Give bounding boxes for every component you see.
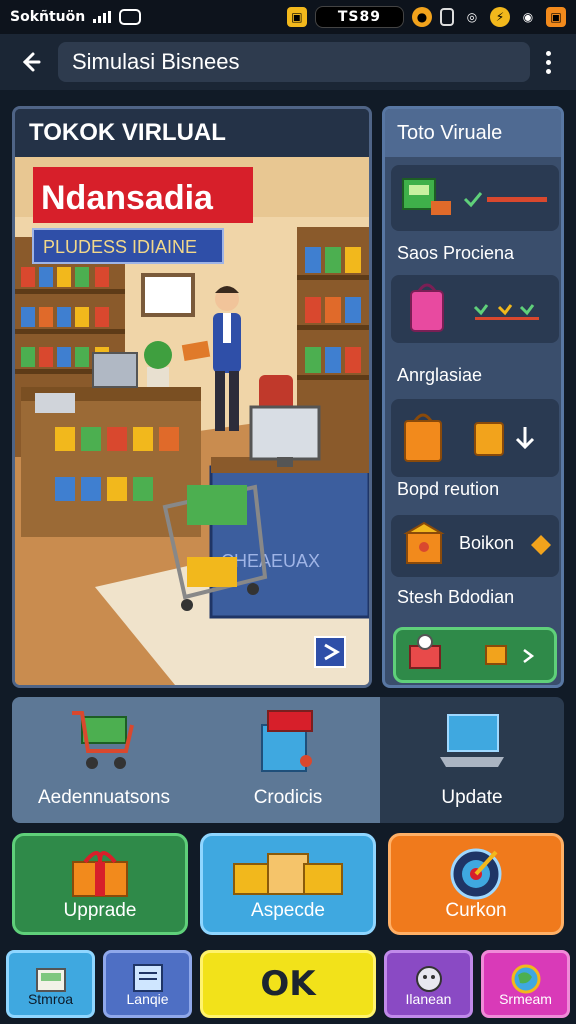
gift-box-icon xyxy=(72,851,128,897)
shopping-cart-icon xyxy=(72,711,134,769)
nav-mascot[interactable]: Ilanean xyxy=(384,950,474,1018)
store-icon xyxy=(35,968,66,992)
status-bar: Sokñtuön ▣ TS89 ● ◎ ⚡ ◉ ▣ xyxy=(0,0,576,34)
side-item-badge: Boikon xyxy=(459,533,515,553)
box-icon xyxy=(403,521,445,564)
nav-globe[interactable]: Srmeam xyxy=(481,950,571,1018)
tile-cart[interactable]: Aedennuatsons xyxy=(12,697,196,823)
target-icon: ◉ xyxy=(522,10,534,24)
register-icon xyxy=(402,178,547,215)
laptop-icon xyxy=(440,714,504,767)
tile-update[interactable]: Update xyxy=(380,697,564,823)
side-item-label: Stesh Bdodian xyxy=(397,587,515,607)
tile-label: Crodicis xyxy=(253,787,323,808)
ok-button[interactable]: OK xyxy=(200,950,376,1018)
tile-register[interactable]: Crodicis xyxy=(196,697,380,823)
banner-blue-text: PLUDESS IDIAINE xyxy=(43,237,197,257)
coin-icon: ● xyxy=(412,7,432,27)
bolt-icon: ⚡ xyxy=(490,7,510,27)
scene-title: TOKOK VIRLUAL xyxy=(15,109,369,157)
more-menu-button[interactable] xyxy=(530,50,566,74)
target-icon xyxy=(450,848,502,900)
pink-bag-icon xyxy=(410,283,539,332)
aspect-button[interactable]: Aspecde xyxy=(200,833,376,935)
banner-red-text: Ndansadia xyxy=(41,179,214,217)
bottom-nav: Stmroa Lanqie OK Ilanean Srmeam xyxy=(0,944,576,1024)
action-tiles: Aedennuatsons Crodicis Update xyxy=(12,697,564,823)
button-label: Upprade xyxy=(63,900,137,921)
side-item-bags[interactable] xyxy=(391,399,559,477)
nav-store[interactable]: Stmroa xyxy=(6,950,96,1018)
store-illustration[interactable]: Ndansadia PLUDESS IDIAINE CHEAEUAX xyxy=(15,157,369,685)
tile-label: Aedennuatsons xyxy=(37,787,171,808)
sim-icon xyxy=(440,8,454,26)
wifi-icon: ◎ xyxy=(466,10,478,24)
clock: TS89 xyxy=(314,6,404,28)
cash-register-icon xyxy=(261,710,313,772)
side-item-label: Bopd reution xyxy=(397,479,500,499)
store-scene-panel: TOKOK VIRLUAL Ndansadia PLUDESS IDIAINE xyxy=(12,106,372,688)
arrow-left-icon xyxy=(22,52,41,72)
package-icon xyxy=(233,853,343,895)
side-item-bag[interactable] xyxy=(391,275,559,343)
page-title: Simulasi Bisnees xyxy=(58,42,530,82)
chevron-icon xyxy=(531,535,551,555)
side-item-label: Saos Prociena xyxy=(397,243,515,263)
tile-label: Update xyxy=(441,787,503,808)
button-label: Curkon xyxy=(445,900,507,921)
side-item-label: Anrglasiae xyxy=(397,365,483,385)
signal-icon xyxy=(93,11,112,23)
side-panel-title: Toto Viruale xyxy=(385,109,561,157)
document-icon xyxy=(132,964,163,992)
side-go-button[interactable] xyxy=(393,627,557,683)
nav-document[interactable]: Lanqie xyxy=(103,950,193,1018)
curkon-button[interactable]: Curkon xyxy=(388,833,564,935)
button-label: Aspecde xyxy=(251,900,325,921)
mascot-icon xyxy=(415,966,442,992)
app-header: Simulasi Bisnees xyxy=(0,34,576,90)
arrow-right-icon xyxy=(409,634,535,669)
notification-icon: ▣ xyxy=(286,7,307,27)
carrier-label: Sokñtuön xyxy=(10,9,86,25)
camera-icon xyxy=(119,9,142,25)
upgrade-button[interactable]: Upprade xyxy=(12,833,188,935)
next-scene-button[interactable] xyxy=(314,636,346,668)
action-buttons: Upprade Aspecde Curkon xyxy=(12,833,564,935)
side-item-box[interactable]: Boikon xyxy=(391,515,559,577)
globe-icon xyxy=(511,964,541,994)
back-button[interactable] xyxy=(10,42,50,82)
battery-icon: ▣ xyxy=(546,7,566,27)
side-panel: Toto Viruale Saos Prociena Anrglasiae Bo… xyxy=(382,106,564,688)
orange-bags-icon xyxy=(404,413,535,462)
side-item-register[interactable] xyxy=(391,165,559,231)
